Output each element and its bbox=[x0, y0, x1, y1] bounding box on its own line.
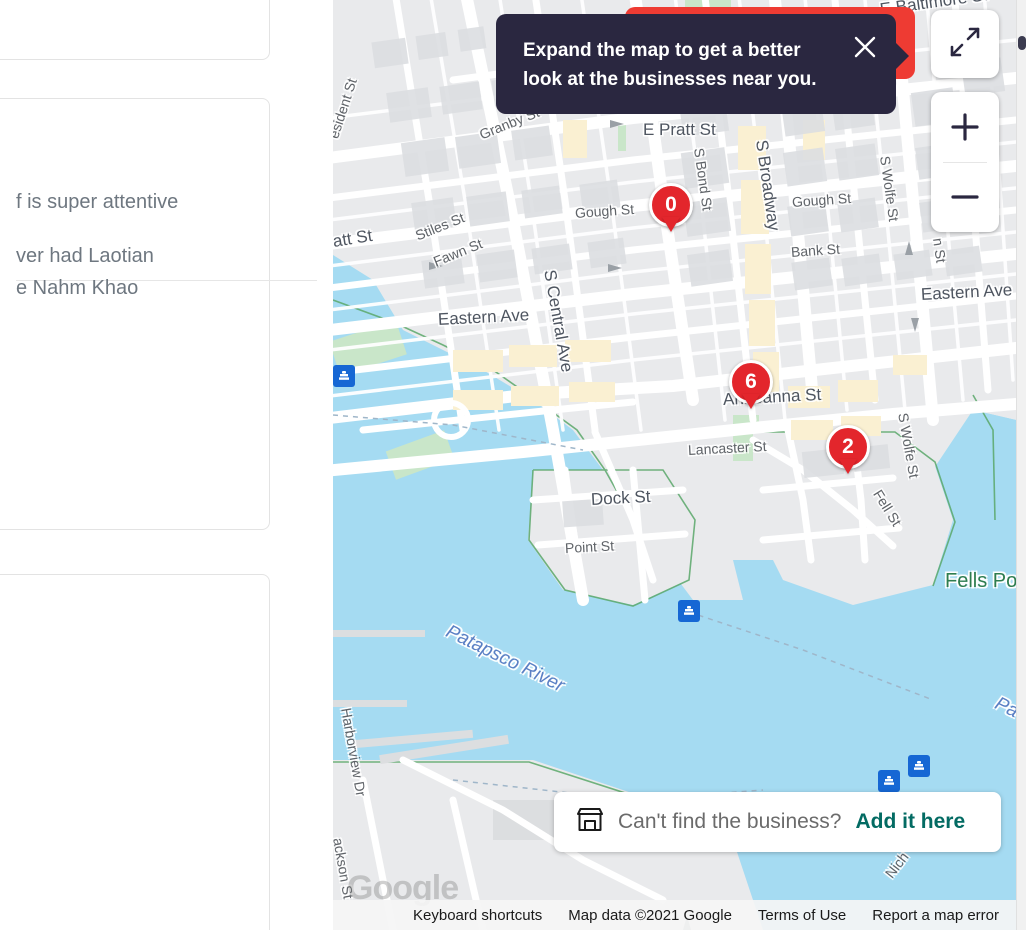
expand-map-tooltip: Expand the map to get a better look at t… bbox=[496, 14, 909, 114]
ferry-icon[interactable] bbox=[678, 600, 700, 622]
map-attribution-link[interactable]: Report a map error bbox=[859, 907, 1012, 924]
close-icon[interactable] bbox=[852, 34, 878, 60]
page-scrollbar-thumb[interactable] bbox=[1018, 36, 1026, 50]
ferry-icon[interactable] bbox=[878, 770, 900, 792]
ferry-icon[interactable] bbox=[908, 755, 930, 777]
add-business-prompt: Can't find the business? bbox=[618, 810, 842, 833]
map-marker[interactable]: 6 bbox=[729, 360, 773, 404]
review-line: e Nahm Khao bbox=[16, 277, 139, 299]
review-snippet: ver had Laotian e Nahm Khao bbox=[16, 240, 316, 304]
map-attribution-link[interactable]: Map data ©2021 Google bbox=[555, 907, 745, 924]
page-scrollbar[interactable] bbox=[1016, 0, 1026, 930]
zoom-controls bbox=[931, 92, 999, 232]
zoom-in-button[interactable] bbox=[931, 93, 999, 162]
storefront-icon bbox=[576, 807, 604, 838]
map-attribution-link[interactable]: Terms of Use bbox=[745, 907, 859, 924]
result-card[interactable] bbox=[0, 574, 270, 930]
map-attribution-bar: Keyboard shortcuts Map data ©2021 Google T… bbox=[333, 900, 1016, 930]
add-business-link[interactable]: Add it here bbox=[855, 810, 965, 834]
results-panel: f is super attentive ver had Laotian e Na… bbox=[0, 0, 333, 930]
app-root: f is super attentive ver had Laotian e Na… bbox=[0, 0, 1026, 930]
map-container[interactable]: E Baltimore StnbE Pratt StGranby Steside… bbox=[333, 0, 1016, 930]
review-snippet: f is super attentive bbox=[16, 191, 179, 213]
plus-icon bbox=[951, 113, 979, 141]
map-marker[interactable]: 2 bbox=[826, 425, 870, 469]
review-line: ver had Laotian bbox=[16, 245, 154, 267]
zoom-out-button[interactable] bbox=[931, 163, 999, 232]
map-attribution-link[interactable]: Keyboard shortcuts bbox=[400, 907, 555, 924]
expand-map-button[interactable] bbox=[931, 10, 999, 78]
add-business-bar[interactable]: Can't find the business? Add it here bbox=[554, 792, 1001, 852]
result-card[interactable] bbox=[0, 0, 270, 60]
map-marker[interactable]: 0 bbox=[649, 183, 693, 227]
map-tiles bbox=[333, 0, 1016, 930]
expand-arrows-icon bbox=[947, 24, 983, 65]
result-card[interactable] bbox=[0, 98, 270, 530]
minus-icon bbox=[951, 195, 979, 199]
tooltip-message: Expand the map to get a better look at t… bbox=[523, 40, 817, 90]
ferry-icon[interactable] bbox=[333, 365, 355, 387]
